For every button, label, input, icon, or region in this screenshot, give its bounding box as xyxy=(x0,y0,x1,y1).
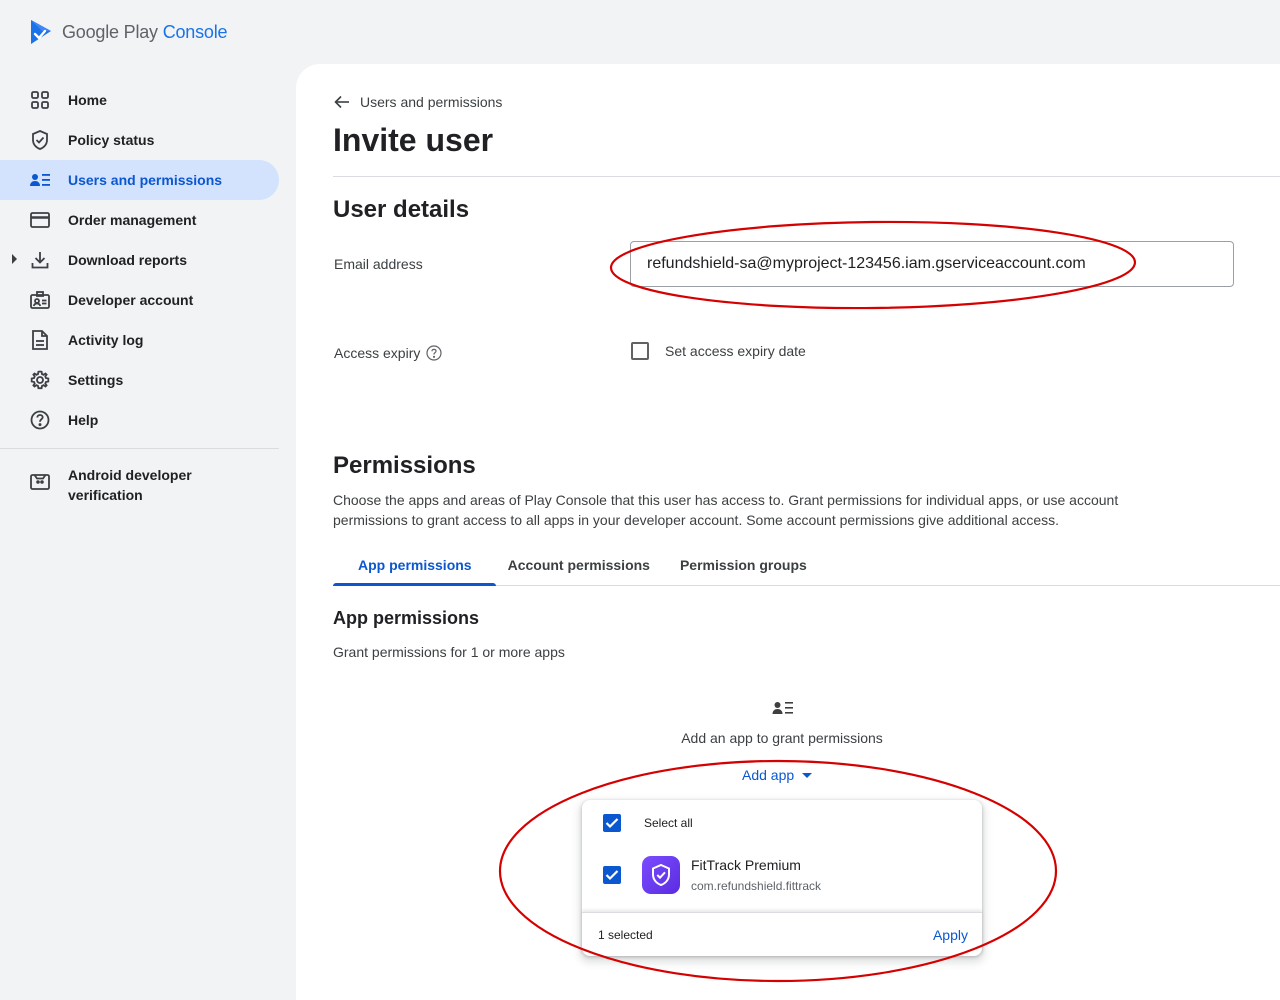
sidebar-item-label: Download reports xyxy=(68,252,188,268)
access-expiry-checkbox-label: Set access expiry date xyxy=(665,343,806,359)
tab-account-permissions[interactable]: Account permissions xyxy=(496,544,662,585)
access-expiry-checkbox-row[interactable]: Set access expiry date xyxy=(631,342,806,360)
app-option-text: FitTrack Premium com.refundshield.fittra… xyxy=(691,857,821,893)
page-title: Invite user xyxy=(333,122,494,158)
permissions-tabs: App permissions Account permissions Perm… xyxy=(333,544,1280,586)
permissions-heading: Permissions xyxy=(333,452,476,479)
shield-icon xyxy=(30,130,50,150)
tab-app-permissions[interactable]: App permissions xyxy=(333,544,496,586)
document-icon xyxy=(30,330,50,350)
app-permissions-subtitle: Grant permissions for 1 or more apps xyxy=(333,644,565,660)
sidebar-item-developer-account[interactable]: Developer account xyxy=(0,280,279,320)
dropdown-footer: 1 selected Apply xyxy=(582,912,982,956)
sidebar-item-download-reports[interactable]: Download reports xyxy=(0,240,279,280)
play-console-icon xyxy=(28,18,54,46)
play-console-logo[interactable]: Google Play Console xyxy=(28,18,228,46)
sidebar-item-android-developer-verification[interactable]: Android developer verification xyxy=(0,455,279,515)
sidebar-item-order-management[interactable]: Order management xyxy=(0,200,279,240)
credit-card-icon xyxy=(30,210,50,230)
access-expiry-label: Access expiry xyxy=(334,345,421,361)
arrow-back-icon[interactable] xyxy=(334,95,350,109)
sidebar-divider xyxy=(0,448,279,449)
sidebar-item-policy-status[interactable]: Policy status xyxy=(0,120,279,160)
android-icon xyxy=(30,471,50,491)
grid-icon xyxy=(30,90,50,110)
app-package: com.refundshield.fittrack xyxy=(691,879,822,893)
expand-caret-icon[interactable] xyxy=(12,254,17,264)
app-shield-icon xyxy=(642,856,680,894)
permissions-description: Choose the apps and areas of Play Consol… xyxy=(333,492,1119,528)
app-option-row[interactable]: FitTrack Premium com.refundshield.fittra… xyxy=(603,856,821,894)
access-expiry-label-row: Access expiry xyxy=(334,345,442,361)
id-badge-icon xyxy=(30,290,50,310)
brand-console-text: Console xyxy=(162,21,228,42)
sidebar-item-label: Home xyxy=(68,92,107,108)
sidebar-item-help[interactable]: Help xyxy=(0,400,279,440)
sidebar-item-activity-log[interactable]: Activity log xyxy=(0,320,279,360)
sidebar-item-label: Policy status xyxy=(68,132,155,148)
app-name: FitTrack Premium xyxy=(691,857,801,873)
apply-button[interactable]: Apply xyxy=(933,927,968,943)
app-permissions-heading: App permissions xyxy=(333,608,480,628)
select-all-checkbox[interactable] xyxy=(603,814,621,832)
sidebar-item-home[interactable]: Home xyxy=(0,80,279,120)
help-icon xyxy=(30,410,50,430)
app-option-checkbox[interactable] xyxy=(603,866,621,884)
help-circle-icon[interactable] xyxy=(426,345,442,361)
title-divider xyxy=(333,176,1280,177)
add-app-label: Add app xyxy=(742,767,795,783)
empty-state-text: Add an app to grant permissions xyxy=(681,730,883,746)
sidebar-item-label: Users and permissions xyxy=(68,172,223,188)
sidebar-item-label: Order management xyxy=(68,212,197,228)
sidebar-item-label: Settings xyxy=(68,372,124,388)
arrow-drop-down-icon xyxy=(802,772,813,778)
brand-name: Google Play Console xyxy=(62,21,228,43)
sidebar-item-label: Developer account xyxy=(68,292,194,308)
add-app-button[interactable]: Add app xyxy=(742,767,813,783)
sidebar-item-label: Help xyxy=(68,412,99,428)
sidebar-item-users-and-permissions[interactable]: Users and permissions xyxy=(0,160,279,200)
gear-icon xyxy=(30,370,50,390)
email-field[interactable] xyxy=(630,241,1234,287)
user-details-heading: User details xyxy=(333,196,470,223)
breadcrumb[interactable]: Users and permissions xyxy=(334,94,502,110)
select-all-row[interactable]: Select all xyxy=(603,814,693,832)
download-icon xyxy=(30,250,50,270)
brand-google-text: Google Play xyxy=(62,21,158,42)
selected-count: 1 selected xyxy=(598,927,653,942)
sidebar-item-settings[interactable]: Settings xyxy=(0,360,279,400)
users-icon xyxy=(30,170,50,190)
sidebar-item-label: Activity log xyxy=(68,332,144,348)
breadcrumb-label[interactable]: Users and permissions xyxy=(360,94,502,110)
tab-permission-groups[interactable]: Permission groups xyxy=(662,544,819,585)
app-select-dropdown: Select all FitTrack Premium com.refundsh… xyxy=(582,800,982,956)
email-input[interactable] xyxy=(647,255,1217,273)
access-expiry-checkbox[interactable] xyxy=(631,342,649,360)
email-label: Email address xyxy=(334,256,423,272)
users-icon xyxy=(772,700,794,716)
sidebar-item-label: Android developer verification xyxy=(68,467,192,503)
select-all-label: Select all xyxy=(644,816,693,830)
sidebar-nav: Home Policy status Users and permissions… xyxy=(0,80,280,515)
